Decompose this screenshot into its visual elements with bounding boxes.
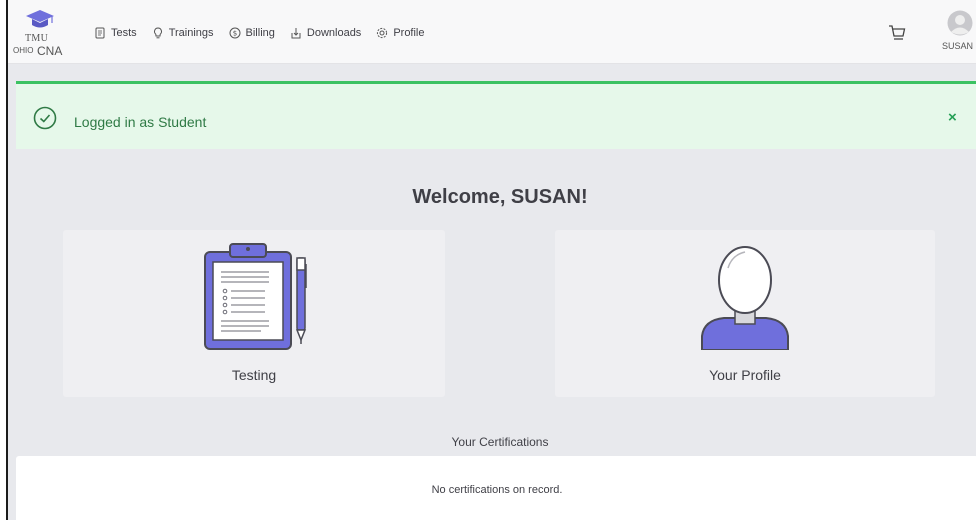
gear-icon — [377, 27, 388, 39]
user-menu[interactable]: SUSAN — [940, 10, 976, 56]
graduation-cap-icon — [26, 10, 54, 28]
dollar-icon: $ — [229, 27, 241, 39]
nav-label: Downloads — [306, 27, 362, 39]
nav-item-billing[interactable]: $ Billing — [229, 27, 275, 39]
app-window: TMU OHIO CNA Tests Trainings $ Billing D… — [6, 0, 976, 520]
nav-label: Trainings — [168, 27, 214, 39]
person-icon — [701, 246, 789, 350]
certifications-title: Your Certifications — [451, 435, 549, 449]
clipboard-icon — [204, 243, 307, 350]
brand-state: OHIO — [13, 46, 34, 55]
nav-label: Profile — [393, 27, 425, 39]
check-circle-icon — [33, 106, 57, 130]
close-icon[interactable]: × — [948, 109, 957, 126]
card-label-profile: Your Profile — [709, 367, 781, 383]
certifications-panel: No certifications on record. — [16, 456, 976, 520]
avatar-icon — [947, 10, 973, 36]
alert-message: Logged in as Student — [74, 114, 207, 130]
testing-card[interactable]: Testing — [63, 230, 445, 397]
nav-item-tests[interactable]: Tests — [94, 27, 137, 39]
svg-text:$: $ — [232, 30, 236, 38]
user-name: SUSAN — [942, 41, 974, 51]
brand-logo[interactable]: TMU OHIO CNA — [11, 8, 73, 60]
main-nav: Tests Trainings $ Billing Downloads Prof… — [94, 24, 440, 42]
nav-item-profile[interactable]: Profile — [376, 27, 425, 39]
download-icon — [291, 28, 301, 39]
nav-item-downloads[interactable]: Downloads — [290, 27, 361, 39]
top-navbar: TMU OHIO CNA Tests Trainings $ Billing D… — [8, 0, 976, 64]
lightbulb-icon — [153, 27, 162, 39]
nav-label: Billing — [245, 27, 275, 39]
cart-icon[interactable] — [888, 24, 906, 42]
nav-label: Tests — [111, 27, 137, 39]
document-icon — [95, 27, 105, 39]
profile-card[interactable]: Your Profile — [555, 230, 935, 397]
welcome-heading: Welcome, SUSAN! — [412, 186, 588, 208]
certifications-empty-message: No certifications on record. — [431, 484, 563, 496]
brand-program: CNA — [37, 44, 63, 58]
brand-name: TMU — [25, 33, 49, 44]
login-alert: Logged in as Student × — [16, 81, 976, 149]
card-label-testing: Testing — [231, 367, 277, 383]
nav-item-trainings[interactable]: Trainings — [152, 27, 214, 39]
